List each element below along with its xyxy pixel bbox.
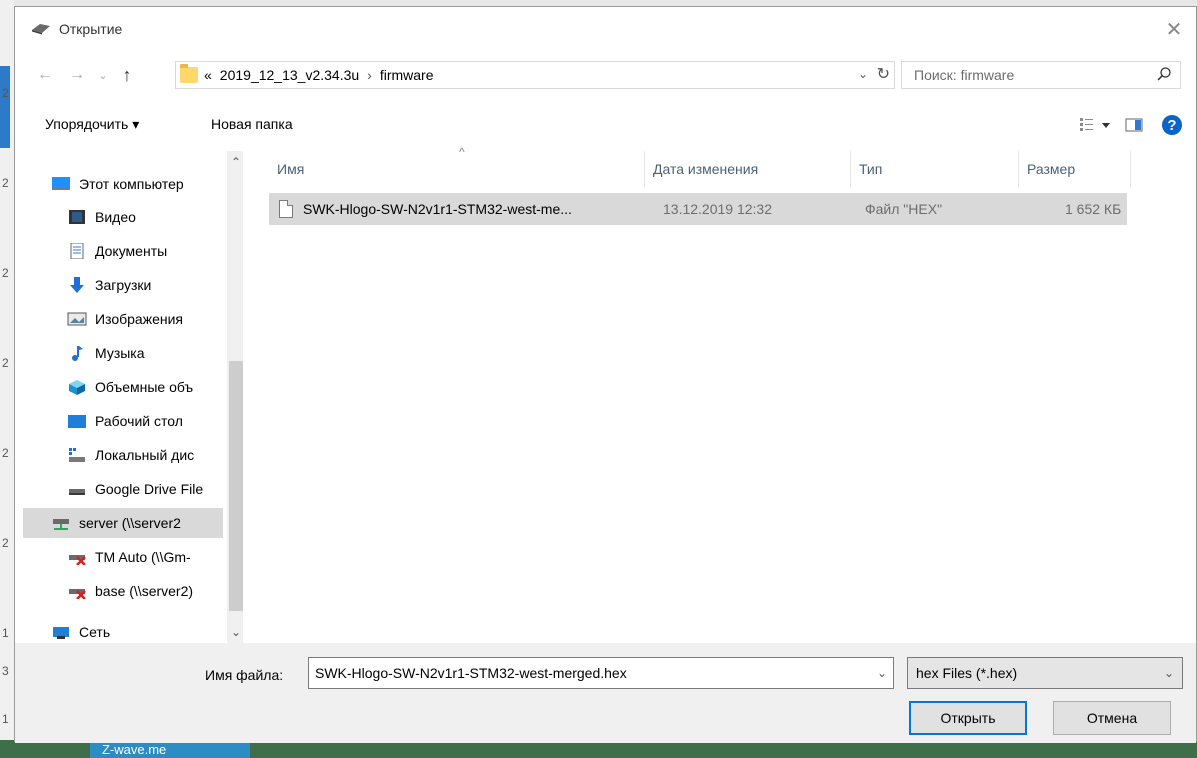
organize-menu-button[interactable]: Упорядочить ▾	[45, 116, 139, 133]
recent-locations-button[interactable]: ⌄	[91, 63, 115, 87]
navigation-pane: Этот компьютер Видео Документы Загрузки …	[19, 151, 243, 643]
filetype-value: hex Files (*.hex)	[916, 665, 1018, 681]
background-number: 1	[2, 712, 9, 726]
nav-item-base[interactable]: base (\\server2)	[67, 576, 243, 606]
file-type: Файл "HEX"	[865, 201, 943, 217]
nav-item-desktop[interactable]: Рабочий стол	[67, 406, 243, 436]
command-bar: Упорядочить ▾ Новая папка ?	[15, 99, 1196, 151]
column-header-size[interactable]: Размер	[1019, 151, 1131, 187]
documents-icon	[70, 243, 84, 259]
search-input[interactable]	[912, 66, 1142, 84]
filename-value: SWK-Hlogo-SW-N2v1r1-STM32-west-merged.he…	[315, 665, 627, 681]
nav-item-this-pc[interactable]: Этот компьютер	[51, 169, 239, 199]
scrollbar-thumb[interactable]	[229, 361, 243, 611]
nav-item-music[interactable]: Музыка	[67, 338, 243, 368]
file-date: 13.12.2019 12:32	[663, 201, 772, 217]
open-file-dialog: Открытие ✕ ← → ⌄ ↑ « 2019_12_13_v2.34.3u…	[14, 6, 1197, 743]
breadcrumb-separator[interactable]: ›	[367, 67, 372, 83]
breadcrumb-item[interactable]: 2019_12_13_v2.34.3u	[220, 67, 359, 83]
background-app-left: 2 2 2 2 2 2 1 3 1	[0, 0, 14, 758]
nav-item-video[interactable]: Видео	[67, 202, 243, 232]
background-blue-strip	[0, 66, 10, 148]
desktop-icon	[68, 415, 86, 428]
nav-item-documents[interactable]: Документы	[67, 236, 243, 266]
file-icon	[279, 200, 293, 218]
nav-scrollbar[interactable]: ⌃ ⌄	[227, 151, 243, 643]
app-icon	[32, 24, 50, 35]
search-box[interactable]	[901, 61, 1181, 89]
column-header-name[interactable]: Имя	[269, 151, 645, 187]
nav-item-server[interactable]: server (\\server2	[23, 508, 223, 538]
nav-item-3d-objects[interactable]: Объемные объ	[67, 372, 243, 402]
back-arrow-icon: ←	[37, 66, 53, 83]
nav-item-google-drive[interactable]: Google Drive File	[67, 474, 243, 504]
3d-objects-icon	[69, 380, 85, 395]
preview-pane-icon[interactable]	[1124, 113, 1144, 137]
column-header-type[interactable]: Тип	[851, 151, 1019, 187]
network-icon	[53, 627, 69, 639]
close-icon: ✕	[1165, 18, 1183, 41]
background-number: 2	[2, 536, 9, 550]
search-icon[interactable]	[1156, 66, 1172, 82]
close-button[interactable]: ✕	[1160, 15, 1188, 43]
title-bar: Открытие ✕	[15, 7, 1196, 53]
up-button[interactable]: ↑	[115, 63, 139, 87]
filename-input[interactable]: SWK-Hlogo-SW-N2v1r1-STM32-west-merged.he…	[308, 657, 894, 689]
nav-item-network[interactable]: Сеть	[51, 617, 239, 643]
background-number: 2	[2, 266, 9, 280]
scroll-up-icon[interactable]: ⌃	[231, 155, 241, 169]
chevron-down-icon[interactable]: ⌄	[877, 666, 887, 680]
chevron-down-icon[interactable]: ⌄	[1164, 666, 1174, 680]
background-number: 3	[2, 664, 9, 678]
nav-item-downloads[interactable]: Загрузки	[67, 270, 243, 300]
video-icon	[69, 210, 85, 224]
network-drive-icon	[53, 519, 69, 530]
background-number: 1	[2, 626, 9, 640]
cancel-button[interactable]: Отмена	[1053, 701, 1171, 735]
computer-icon	[52, 177, 70, 190]
help-icon[interactable]: ?	[1160, 113, 1184, 137]
local-disk-icon	[69, 448, 85, 462]
drive-icon	[69, 489, 85, 495]
table-row[interactable]: SWK-Hlogo-SW-N2v1r1-STM32-west-me... 13.…	[269, 193, 1127, 225]
music-icon	[72, 346, 83, 361]
dialog-title: Открытие	[59, 21, 123, 37]
filetype-select[interactable]: hex Files (*.hex) ⌄	[907, 657, 1183, 689]
background-number: 2	[2, 176, 9, 190]
back-button[interactable]: ←	[33, 63, 57, 87]
chevron-down-icon: ⌄	[98, 69, 108, 82]
nav-item-local-disk[interactable]: Локальный дис	[67, 440, 243, 470]
up-arrow-icon: ↑	[122, 64, 132, 85]
refresh-icon[interactable]: ↻	[877, 64, 890, 84]
background-number: 2	[2, 356, 9, 370]
background-number: 2	[2, 86, 9, 100]
background-number: 2	[2, 446, 9, 460]
address-dropdown-icon[interactable]: ⌄	[858, 67, 868, 81]
breadcrumb-item[interactable]: firmware	[380, 67, 434, 83]
file-list: ^ Имя Дата изменения Тип Размер SWK-Hlog…	[269, 145, 1139, 643]
forward-button[interactable]: →	[65, 63, 89, 87]
scroll-down-icon[interactable]: ⌄	[231, 625, 241, 639]
nav-item-pictures[interactable]: Изображения	[67, 304, 243, 334]
file-name: SWK-Hlogo-SW-N2v1r1-STM32-west-me...	[303, 201, 572, 217]
open-button[interactable]: Открыть	[909, 701, 1027, 735]
disconnected-drive-icon	[69, 589, 86, 599]
view-options-icon[interactable]	[1076, 113, 1116, 137]
disconnected-drive-icon	[69, 555, 86, 565]
pictures-icon	[67, 312, 87, 326]
breadcrumb-overflow[interactable]: «	[204, 67, 212, 83]
file-name-cell: SWK-Hlogo-SW-N2v1r1-STM32-west-me...	[279, 193, 572, 225]
address-bar[interactable]: « 2019_12_13_v2.34.3u › firmware ⌄ ↻	[175, 61, 895, 89]
forward-arrow-icon: →	[69, 66, 85, 83]
svg-text:?: ?	[1167, 117, 1176, 134]
address-bar-row: ← → ⌄ ↑ « 2019_12_13_v2.34.3u › firmware…	[15, 53, 1196, 97]
folder-icon	[180, 64, 198, 83]
new-folder-button[interactable]: Новая папка	[211, 116, 293, 132]
dialog-footer: Имя файла: SWK-Hlogo-SW-N2v1r1-STM32-wes…	[15, 643, 1196, 743]
file-size: 1 652 КБ	[1065, 201, 1122, 217]
downloads-icon	[70, 277, 84, 293]
filename-label: Имя файла:	[205, 667, 284, 683]
nav-item-tm-auto[interactable]: TM Auto (\\Gm-	[67, 542, 243, 572]
column-header-date[interactable]: Дата изменения	[645, 151, 851, 187]
